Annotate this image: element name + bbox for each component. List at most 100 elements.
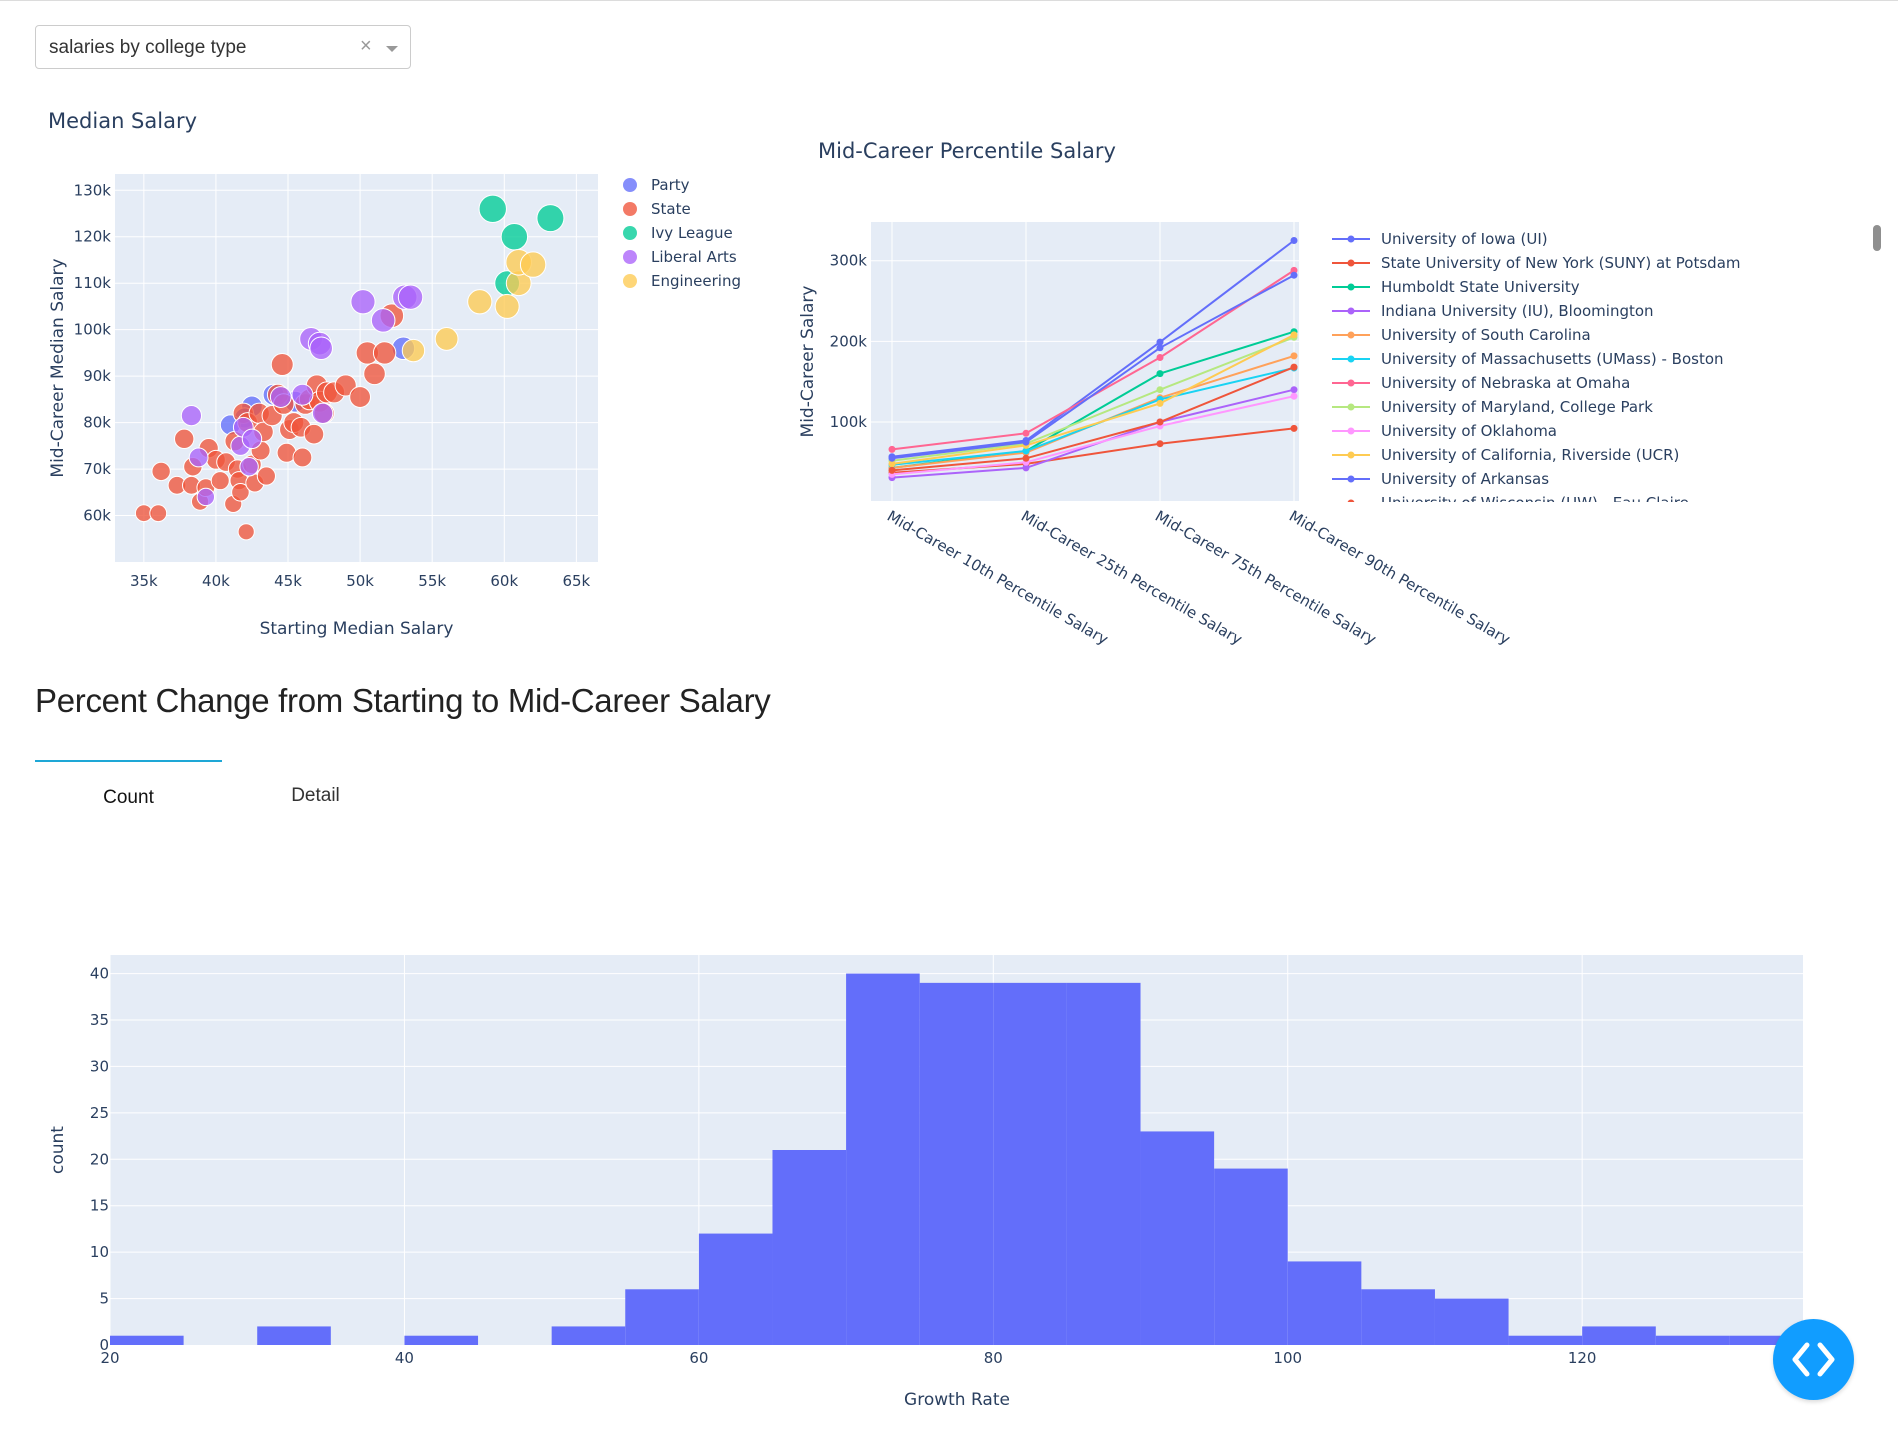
y-tick-label: 20: [90, 1150, 109, 1168]
histogram-bar: [1140, 1131, 1215, 1345]
histogram-bar: [993, 982, 1067, 1345]
series-point: [888, 466, 896, 474]
scatter-point: [397, 284, 424, 310]
legend-scrollbar[interactable]: [1873, 225, 1881, 251]
view-tabs: Count Detail: [35, 760, 415, 820]
y-tick-label: 100k: [74, 321, 112, 339]
legend: University of Iowa (UI) State University …: [1332, 230, 1741, 502]
histogram-bar: [846, 973, 920, 1345]
histogram-bar: [110, 1335, 184, 1345]
histogram-bar: [1066, 982, 1141, 1345]
scatter-point: [349, 386, 372, 408]
scatter-point: [292, 447, 313, 468]
x-tick-label: Mid-Career 10th Percentile Salary: [884, 507, 1111, 649]
tab-detail[interactable]: Detail: [222, 760, 409, 820]
x-tick-label: 40: [395, 1349, 414, 1367]
legend-label: State University of New York (SUNY) at P…: [1381, 254, 1741, 272]
y-axis-title: Mid-Career Median Salary: [48, 258, 68, 477]
scatter-point: [174, 428, 195, 450]
legend-label: Engineering: [651, 272, 741, 290]
scatter-point: [494, 293, 520, 319]
legend-marker: [1347, 235, 1355, 243]
legend-marker: [623, 274, 637, 288]
code-toggle-button[interactable]: [1773, 1319, 1854, 1400]
median-salary-scatter-chart: 35k 40k 45k 50k 55k 60k 65k 60k 70k 80k 90k 100k 110…: [48, 109, 741, 639]
scatter-point: [363, 362, 386, 386]
tab-count[interactable]: Count: [35, 760, 222, 820]
series-point: [1156, 440, 1164, 448]
x-tick-label: 80: [984, 1349, 1003, 1367]
histogram-bar: [1508, 1335, 1583, 1345]
y-axis-title: count: [48, 1126, 68, 1174]
x-tick-label: 65k: [562, 572, 590, 590]
scatter-point: [434, 327, 459, 351]
scatter-point: [370, 308, 396, 333]
scatter-point: [239, 457, 259, 477]
scatter-point: [536, 204, 565, 233]
legend-marker: [1347, 499, 1355, 502]
x-axis-title: Growth Rate: [904, 1390, 1010, 1410]
y-tick-label: 300k: [830, 252, 868, 270]
series-point: [888, 454, 896, 462]
x-tick-label: 120: [1568, 1349, 1597, 1367]
series-point: [1022, 429, 1030, 437]
series-point: [1290, 352, 1298, 360]
histogram-bar: [551, 1326, 626, 1345]
y-tick-label: 90k: [83, 367, 111, 385]
legend-marker: [1347, 307, 1355, 315]
scatter-point: [188, 447, 209, 468]
y-tick-label: 60k: [83, 507, 111, 525]
legend-label: Party: [651, 176, 690, 194]
code-brackets-icon: [1792, 1342, 1835, 1377]
histogram-bar: [1287, 1261, 1362, 1345]
x-tick-label: Mid-Career 25th Percentile Salary: [1018, 507, 1245, 649]
series-point: [1290, 271, 1298, 279]
scatter-point: [151, 461, 171, 482]
legend-marker: [1347, 283, 1355, 291]
legend-label: University of South Carolina: [1381, 326, 1591, 344]
series-point: [1156, 344, 1164, 352]
legend-label: University of California, Riverside (UCR…: [1381, 446, 1679, 464]
y-tick-label: 5: [99, 1290, 109, 1308]
histogram-bar: [257, 1326, 331, 1345]
y-tick-label: 25: [90, 1104, 109, 1122]
histogram-bar: [1361, 1289, 1435, 1345]
scatter-point: [401, 338, 426, 363]
percentile-salary-line-chart: Mid-Career 10th Percentile SalaryMid-Car…: [798, 139, 1741, 649]
scatter-point: [256, 466, 276, 486]
histogram-bar: [1214, 1168, 1288, 1345]
section-title: Percent Change from Starting to Mid-Care…: [35, 682, 771, 719]
legend-label: University of Oklahoma: [1381, 422, 1557, 440]
x-tick-label: 60: [689, 1349, 708, 1367]
y-tick-label: 70k: [83, 460, 111, 478]
scatter-point: [291, 383, 314, 406]
scatter-point: [149, 504, 168, 523]
series-point: [1156, 418, 1164, 426]
legend-label: Indiana University (IU), Bloomington: [1381, 302, 1654, 320]
y-tick-label: 130k: [74, 181, 112, 199]
histogram-bar: [919, 982, 994, 1345]
y-tick-label: 80k: [83, 414, 111, 432]
x-axis-title: Starting Median Salary: [260, 619, 454, 639]
scatter-point: [210, 471, 230, 491]
close-icon[interactable]: ×: [360, 35, 372, 58]
series-point: [1290, 331, 1298, 339]
series-point: [1290, 424, 1298, 432]
scatter-point: [269, 386, 292, 408]
x-tick-label: 35k: [130, 572, 158, 590]
legend-label: University of Nebraska at Omaha: [1381, 374, 1630, 392]
histogram-bar: [1655, 1335, 1730, 1345]
y-tick-label: 200k: [830, 332, 868, 350]
series-point: [1290, 363, 1298, 371]
scatter-point: [519, 251, 547, 278]
x-tick-label: Mid-Career 75th Percentile Salary: [1152, 507, 1379, 649]
scatter-point: [311, 402, 334, 425]
college-type-dropdown[interactable]: salaries by college type ×: [35, 25, 411, 69]
legend-label: Liberal Arts: [651, 248, 737, 266]
series-point: [1156, 354, 1164, 361]
y-tick-label: 10: [90, 1243, 109, 1261]
chevron-down-icon[interactable]: [386, 46, 398, 52]
histogram-bar: [772, 1150, 847, 1345]
x-tick-label: 100: [1273, 1349, 1302, 1367]
x-tick-label: 20: [100, 1349, 119, 1367]
